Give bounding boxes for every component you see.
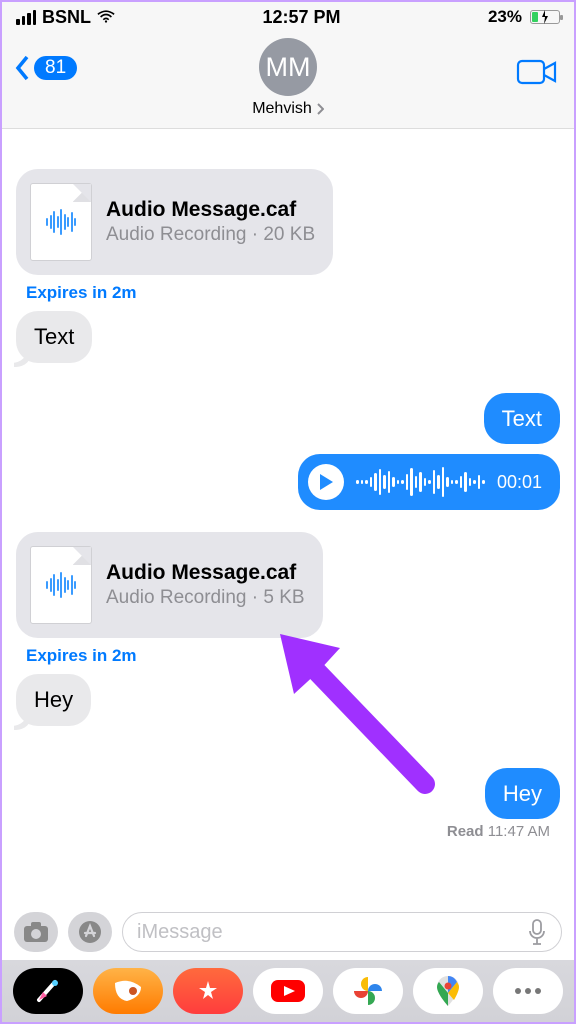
play-button[interactable] — [308, 464, 344, 500]
contact-name-label: Mehvish — [252, 100, 312, 118]
imessage-app-drawer[interactable] — [2, 960, 574, 1022]
contact-name-button[interactable]: Mehvish — [16, 100, 560, 118]
app-icon-garageband[interactable] — [93, 968, 163, 1014]
message-input-bar: iMessage — [2, 904, 574, 960]
read-receipt: Read 11:47 AM — [16, 823, 560, 840]
incoming-text-bubble[interactable]: Hey — [16, 674, 91, 726]
app-store-icon — [78, 920, 102, 944]
clock: 12:57 PM — [262, 7, 340, 28]
expiry-label: Expires in 2m — [26, 646, 560, 666]
back-button[interactable]: 81 — [14, 54, 77, 82]
audio-file-icon — [30, 183, 92, 261]
app-icon-drawing[interactable] — [13, 968, 83, 1014]
camera-icon — [23, 921, 49, 943]
more-icon — [513, 987, 543, 995]
chevron-right-icon — [316, 103, 324, 115]
wifi-icon — [97, 10, 115, 24]
app-icon-youtube[interactable] — [253, 968, 323, 1014]
outgoing-audio-bubble[interactable]: 00:01 — [298, 454, 560, 510]
message-input[interactable]: iMessage — [122, 912, 562, 952]
contact-avatar[interactable]: MM — [259, 38, 317, 96]
camera-button[interactable] — [14, 912, 58, 952]
expiry-label: Expires in 2m — [26, 283, 560, 303]
outgoing-text-bubble[interactable]: Hey — [485, 768, 560, 820]
chevron-left-icon — [14, 54, 32, 82]
message-list[interactable]: Audio Message.caf Audio Recording · 20 K… — [2, 129, 574, 850]
waveform-icon — [356, 467, 485, 497]
cellular-signal-icon — [16, 10, 36, 25]
app-icon-google-photos[interactable] — [333, 968, 403, 1014]
audio-file-bubble[interactable]: Audio Message.caf Audio Recording · 20 K… — [16, 169, 333, 275]
file-meta: Audio Recording · 5 KB — [106, 587, 305, 609]
facetime-button[interactable] — [516, 58, 558, 86]
status-bar: BSNL 12:57 PM 23% — [2, 2, 574, 32]
outgoing-text-bubble[interactable]: Text — [484, 393, 560, 445]
audio-file-icon — [30, 546, 92, 624]
carrier-label: BSNL — [42, 7, 91, 28]
battery-percent: 23% — [488, 7, 522, 27]
incoming-text-bubble[interactable]: Text — [16, 311, 92, 363]
app-drawer-more-button[interactable] — [493, 968, 563, 1014]
audio-file-bubble[interactable]: Audio Message.caf Audio Recording · 5 KB — [16, 532, 323, 638]
file-meta: Audio Recording · 20 KB — [106, 224, 315, 246]
file-name: Audio Message.caf — [106, 198, 315, 222]
battery-icon — [530, 10, 560, 24]
audio-duration: 00:01 — [497, 472, 542, 493]
app-icon-google-maps[interactable] — [413, 968, 483, 1014]
app-icon-clips[interactable] — [173, 968, 243, 1014]
microphone-icon[interactable] — [527, 919, 547, 945]
file-name: Audio Message.caf — [106, 561, 305, 585]
unread-badge: 81 — [34, 56, 77, 80]
conversation-header: 81 MM Mehvish — [2, 32, 574, 129]
app-store-button[interactable] — [68, 912, 112, 952]
input-placeholder: iMessage — [137, 921, 223, 944]
